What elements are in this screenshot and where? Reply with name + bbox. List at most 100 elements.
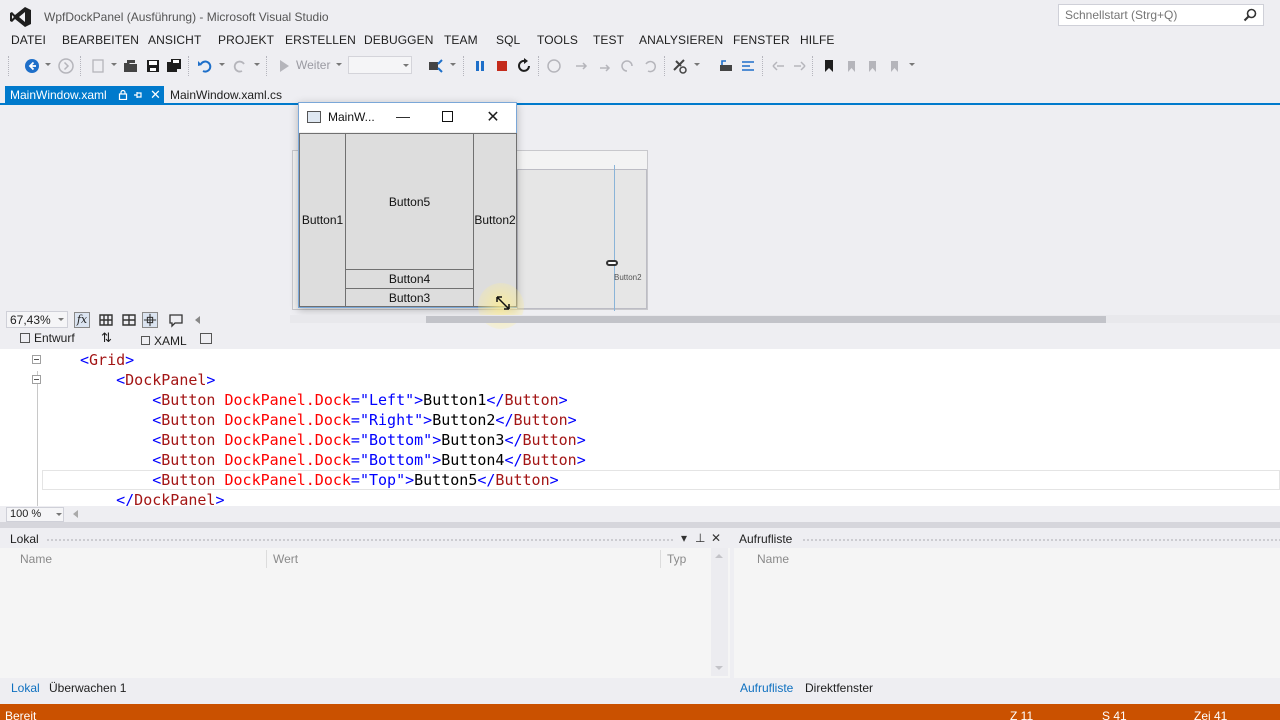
snap-to-gridlines-icon[interactable]	[121, 312, 137, 328]
collapse-dockpanel-icon[interactable]	[32, 375, 41, 384]
tab-lokal[interactable]: Lokal	[11, 681, 40, 695]
xaml-code-editor[interactable]: <Grid> <DockPanel> <Button DockPanel.Dock=…	[0, 349, 1280, 507]
close-window-icon[interactable]: ✕	[711, 531, 721, 545]
undo-icon[interactable]	[197, 58, 213, 74]
column-wert[interactable]: Wert	[273, 552, 298, 566]
menu-hilfe[interactable]: HILFE	[800, 33, 835, 47]
menu-team[interactable]: TEAM	[444, 33, 478, 47]
open-file-icon[interactable]	[123, 58, 139, 74]
undo-dropdown-arrow[interactable]	[219, 63, 225, 66]
pane-splitter[interactable]	[0, 522, 1280, 528]
break-all-pause-icon[interactable]	[472, 58, 488, 74]
code-line[interactable]: <Button DockPanel.Dock="Bottom">Button4<…	[152, 450, 586, 470]
xaml-designer-surface[interactable]: Button2	[0, 107, 1280, 311]
editor-zoom-combo[interactable]: 100 %	[6, 507, 64, 522]
scroll-down-arrow[interactable]	[715, 666, 723, 670]
tab-xaml[interactable]: XAML	[154, 334, 187, 348]
attach-process-icon[interactable]	[427, 58, 443, 74]
tab-ueberwachen-1[interactable]: Überwachen 1	[49, 681, 126, 695]
column-typ[interactable]: Typ	[667, 552, 686, 566]
menu-bearbeiten[interactable]: BEARBEITEN	[62, 33, 139, 47]
navigate-back-icon[interactable]	[24, 58, 40, 74]
locals-drag-grip[interactable]	[46, 538, 674, 542]
menu-debuggen[interactable]: DEBUGGEN	[364, 33, 433, 47]
column-divider[interactable]	[660, 550, 661, 568]
back-dropdown-arrow[interactable]	[45, 63, 51, 66]
stop-debugging-icon[interactable]	[494, 58, 510, 74]
minimize-icon[interactable]: —	[395, 108, 411, 124]
callstack-window[interactable]: Aufrufliste Name	[734, 530, 1280, 678]
hex-display-icon[interactable]	[672, 58, 688, 74]
code-line[interactable]: <Button DockPanel.Dock="Bottom">Button3<…	[152, 430, 586, 450]
tab-entwurf[interactable]: Entwurf	[34, 331, 75, 345]
editor-zoom-dropdown-arrow[interactable]	[56, 513, 62, 516]
swap-panes-icon[interactable]: ⇅	[101, 330, 112, 346]
attach-dropdown-arrow[interactable]	[450, 63, 456, 66]
code-line[interactable]: <Button DockPanel.Dock="Top">Button5</Bu…	[152, 470, 558, 490]
maximize-icon[interactable]	[442, 111, 453, 122]
save-all-icon[interactable]	[166, 58, 182, 74]
callstack-drag-grip[interactable]	[802, 538, 1280, 542]
tab-mainwindow-xaml-cs[interactable]: MainWindow.xaml.cs	[166, 86, 286, 105]
locals-vertical-scrollbar[interactable]	[711, 548, 728, 676]
restart-icon[interactable]	[516, 58, 532, 74]
menu-datei[interactable]: DATEI	[11, 33, 46, 47]
close-tab-icon[interactable]: ✕	[150, 87, 161, 103]
editor-scroll-left-arrow[interactable]	[73, 510, 78, 518]
menu-sql[interactable]: SQL	[496, 33, 520, 47]
column-divider[interactable]	[266, 550, 267, 568]
annotations-icon[interactable]	[168, 312, 184, 328]
designer-scrollbar-thumb[interactable]	[426, 316, 1106, 323]
quick-launch[interactable]	[1058, 4, 1264, 26]
collapse-grid-icon[interactable]	[32, 355, 41, 364]
locals-window[interactable]: Lokal ▾ ⊥ ✕ Name Wert Typ	[0, 530, 730, 678]
menu-projekt[interactable]: PROJEKT	[218, 33, 274, 47]
format-document-icon[interactable]	[740, 58, 756, 74]
menu-analysieren[interactable]: ANALYSIEREN	[639, 33, 723, 47]
quick-launch-input[interactable]	[1059, 5, 1239, 25]
scroll-up-arrow[interactable]	[715, 554, 723, 558]
bookmark-icon[interactable]	[821, 58, 837, 74]
button4-bottom[interactable]: Button4	[345, 269, 474, 289]
menu-tools[interactable]: TOOLS	[537, 33, 578, 47]
show-grid-icon[interactable]	[98, 312, 114, 328]
button5-top[interactable]: Button5	[345, 133, 474, 270]
button2-right[interactable]: Button2	[473, 133, 517, 307]
snap-to-snaplines-icon[interactable]	[142, 312, 158, 328]
window-position-dropdown-icon[interactable]: ▾	[681, 531, 687, 545]
button3-bottom[interactable]: Button3	[345, 288, 474, 307]
toolbar-overflow-arrow[interactable]	[909, 63, 915, 66]
menu-ansicht[interactable]: ANSICHT	[148, 33, 201, 47]
code-line[interactable]: <Button DockPanel.Dock="Left">Button1</B…	[152, 390, 567, 410]
code-line[interactable]: <DockPanel>	[116, 370, 215, 390]
new-dropdown-arrow[interactable]	[111, 63, 117, 66]
column-name[interactable]: Name	[20, 552, 52, 566]
bookmark-toggle-icon[interactable]	[718, 58, 734, 74]
scroll-left-arrow[interactable]	[195, 316, 200, 324]
close-window-icon[interactable]: ✕	[485, 107, 501, 127]
tab-direktfenster[interactable]: Direktfenster	[805, 681, 873, 695]
zoom-dropdown-arrow[interactable]	[58, 318, 64, 321]
tab-aufrufliste[interactable]: Aufrufliste	[740, 681, 793, 695]
pin-window-icon[interactable]: ⊥	[695, 531, 705, 545]
menu-test[interactable]: TEST	[593, 33, 624, 47]
designer-zoom-combo[interactable]: 67,43%	[6, 311, 68, 328]
button1-left[interactable]: Button1	[299, 133, 346, 307]
column-name[interactable]: Name	[757, 552, 789, 566]
menu-fenster[interactable]: FENSTER	[733, 33, 790, 47]
code-line[interactable]: </DockPanel>	[116, 490, 224, 507]
effects-toggle-icon[interactable]: fx	[74, 312, 90, 328]
dock-resize-handle[interactable]	[606, 260, 618, 266]
code-line[interactable]: <Button DockPanel.Dock="Right">Button2</…	[152, 410, 576, 430]
running-mainwindow[interactable]: MainW... — ✕ Button1 Button5 Button4 But…	[298, 102, 517, 308]
hex-dropdown-arrow[interactable]	[694, 63, 700, 66]
mainwindow-title-bar[interactable]: MainW... — ✕	[299, 103, 516, 132]
save-icon[interactable]	[145, 58, 161, 74]
tab-mainwindow-xaml[interactable]: MainWindow.xaml ✕	[5, 86, 164, 105]
code-line[interactable]: <Grid>	[80, 350, 134, 370]
pin-tab-icon[interactable]	[133, 90, 143, 100]
collapse-pane-icon[interactable]	[200, 333, 212, 344]
menu-erstellen[interactable]: ERSTELLEN	[285, 33, 356, 47]
search-icon[interactable]	[1243, 8, 1257, 22]
design-dockpanel-preview[interactable]	[517, 169, 647, 309]
